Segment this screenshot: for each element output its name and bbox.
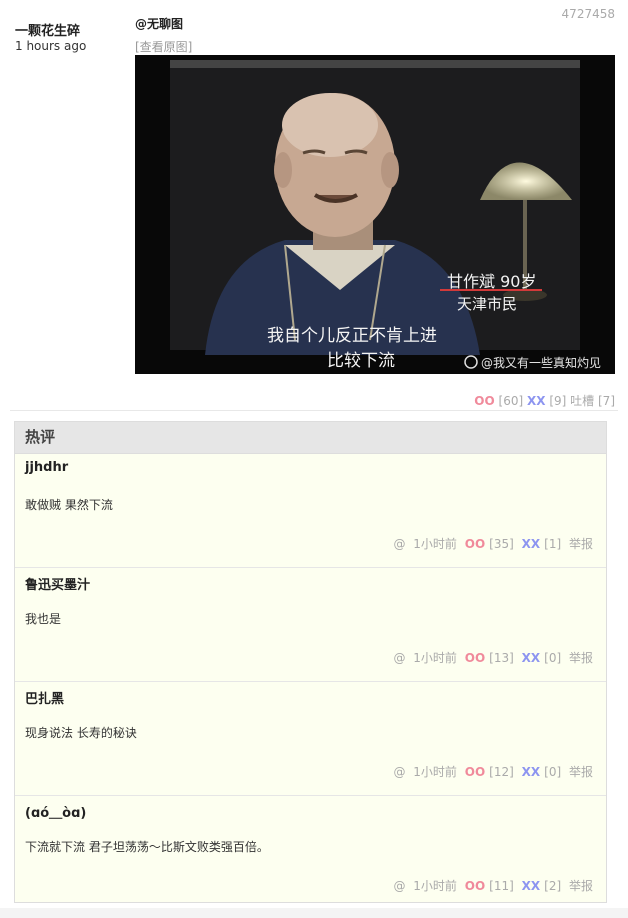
watermark: @我又有一些真知灼见 bbox=[481, 355, 601, 370]
comment-time: 1小时前 bbox=[413, 537, 457, 551]
reply-at-button[interactable]: @ bbox=[393, 879, 405, 893]
comment-item: 鲁迅买墨汁 我也是 @ 1小时前 OO [13] XX [0] 举报 bbox=[15, 568, 606, 682]
post-tag[interactable]: @无聊图 bbox=[135, 15, 183, 32]
xx-vote-button[interactable]: XX bbox=[522, 651, 541, 665]
oo-vote-button[interactable]: OO bbox=[474, 394, 494, 408]
xx-count: [1] bbox=[544, 537, 562, 551]
xx-count: [0] bbox=[544, 765, 562, 779]
comment-text: 敢做贼 果然下流 bbox=[25, 498, 113, 512]
caption-line-2: 比较下流 bbox=[327, 351, 395, 371]
report-button[interactable]: 举报 bbox=[569, 537, 593, 551]
comment-meta: @ 1小时前 OO [35] XX [1] 举报 bbox=[389, 535, 593, 552]
xx-count: [9] bbox=[549, 394, 567, 408]
hot-comments-title: 热评 bbox=[15, 422, 606, 454]
oo-count: [35] bbox=[489, 537, 514, 551]
post-image[interactable]: 甘作斌 90岁 天津市民 我自个儿反正不肯上进 比较下流 @我又有一些真知灼见 bbox=[135, 55, 615, 374]
report-button[interactable]: 举报 bbox=[569, 879, 593, 893]
view-original-link[interactable]: [查看原图] bbox=[135, 38, 192, 55]
name-tag: 甘作斌 90岁 bbox=[447, 272, 536, 291]
comment-author[interactable]: jjhdhr bbox=[25, 460, 68, 475]
post-id[interactable]: 4727458 bbox=[562, 7, 615, 21]
comment-text: 我也是 bbox=[25, 612, 62, 626]
oo-vote-button[interactable]: OO bbox=[465, 537, 485, 551]
comment-time: 1小时前 bbox=[413, 765, 457, 779]
reply-at-button[interactable]: @ bbox=[393, 537, 405, 551]
caption-line-1: 我自个儿反正不肯上进 bbox=[267, 326, 437, 346]
bottom-strip bbox=[0, 908, 628, 918]
oo-count: [60] bbox=[498, 394, 524, 408]
oo-vote-button[interactable]: OO bbox=[465, 879, 485, 893]
post: 一颗花生碎 1 hours ago 4727458 @无聊图 [查看原图] 甘作… bbox=[0, 0, 628, 412]
comment-meta: @ 1小时前 OO [12] XX [0] 举报 bbox=[389, 763, 593, 780]
comment-time: 1小时前 bbox=[413, 651, 457, 665]
comment-author[interactable]: 鲁迅买墨汁 bbox=[25, 574, 90, 593]
xx-vote-button[interactable]: XX bbox=[522, 879, 541, 893]
comment-author[interactable]: 巴扎黑 bbox=[25, 688, 64, 707]
comment-time: 1小时前 bbox=[413, 879, 457, 893]
xx-vote-button[interactable]: XX bbox=[522, 537, 541, 551]
comment-item: (ɑó＿òɑ) 下流就下流 君子坦荡荡～比斯文败类强百倍。 @ 1小时前 OO [… bbox=[15, 796, 606, 909]
report-button[interactable]: 举报 bbox=[569, 651, 593, 665]
xx-vote-button[interactable]: XX bbox=[522, 765, 541, 779]
oo-vote-button[interactable]: OO bbox=[465, 651, 485, 665]
oo-count: [12] bbox=[489, 765, 514, 779]
oo-vote-button[interactable]: OO bbox=[465, 765, 485, 779]
oo-count: [11] bbox=[489, 879, 514, 893]
reply-at-button[interactable]: @ bbox=[393, 651, 405, 665]
comment-meta: @ 1小时前 OO [13] XX [0] 举报 bbox=[389, 649, 593, 666]
post-author[interactable]: 一颗花生碎 bbox=[15, 20, 80, 39]
reply-at-button[interactable]: @ bbox=[393, 765, 405, 779]
comment-text: 下流就下流 君子坦荡荡～比斯文败类强百倍。 bbox=[25, 840, 269, 854]
tucao-button[interactable]: 吐槽 bbox=[570, 394, 594, 408]
comment-item: 巴扎黑 现身说法 长寿的秘诀 @ 1小时前 OO [12] XX [0] 举报 bbox=[15, 682, 606, 796]
xx-count: [2] bbox=[544, 879, 562, 893]
comment-author[interactable]: (ɑó＿òɑ) bbox=[25, 802, 86, 821]
location-tag: 天津市民 bbox=[457, 295, 517, 313]
hot-comments-panel: 热评 jjhdhr 敢做贼 果然下流 @ 1小时前 OO [35] XX [1] 举… bbox=[14, 421, 607, 903]
divider bbox=[10, 410, 618, 411]
comment-item: jjhdhr 敢做贼 果然下流 @ 1小时前 OO [35] XX [1] 举报 bbox=[15, 454, 606, 568]
report-button[interactable]: 举报 bbox=[569, 765, 593, 779]
post-vote-bar: OO [60] XX [9] 吐槽 [7] bbox=[474, 392, 615, 409]
post-time: 1 hours ago bbox=[15, 39, 87, 53]
tucao-count: [7] bbox=[598, 394, 615, 408]
photo-graphic: 甘作斌 90岁 天津市民 我自个儿反正不肯上进 比较下流 @我又有一些真知灼见 bbox=[135, 55, 615, 374]
comment-meta: @ 1小时前 OO [11] XX [2] 举报 bbox=[389, 877, 593, 894]
oo-count: [13] bbox=[489, 651, 514, 665]
comment-text: 现身说法 长寿的秘诀 bbox=[25, 726, 137, 740]
xx-vote-button[interactable]: XX bbox=[527, 394, 546, 408]
xx-count: [0] bbox=[544, 651, 562, 665]
